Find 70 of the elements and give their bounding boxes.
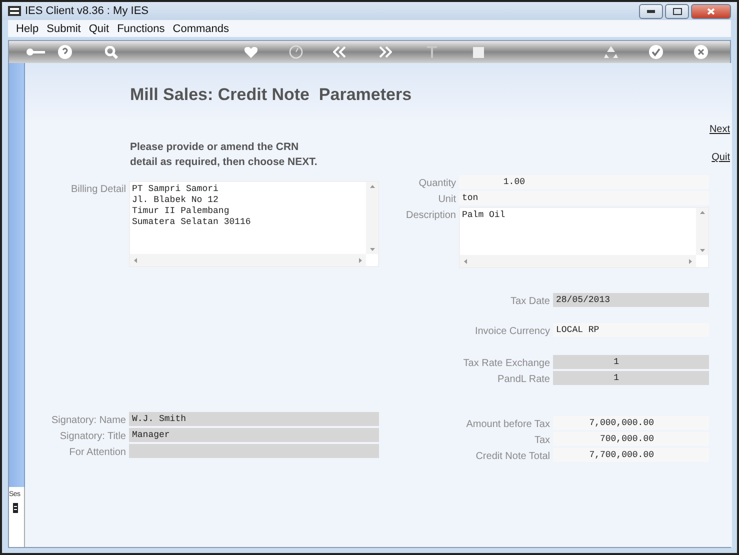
- minimize-button[interactable]: [639, 4, 663, 18]
- scroll-right-icon: [359, 258, 362, 262]
- heart-icon: [244, 46, 258, 58]
- field-label: Signatory: Name: [50, 414, 127, 428]
- field-label: Tax Rate Exchange: [462, 357, 551, 371]
- field-label: Credit Note Total: [474, 450, 551, 464]
- instruction-text: Please provide or amend the CRN detail as required, then choose NEXT.: [130, 140, 318, 170]
- clock-button[interactable]: [289, 45, 303, 59]
- double-left-icon: [333, 46, 346, 58]
- field-label: Billing Detail: [70, 183, 127, 197]
- input-field[interactable]: ton: [459, 191, 709, 205]
- text-area[interactable]: Palm Oil: [459, 207, 709, 268]
- field-label: Signatory: Title: [58, 430, 127, 444]
- check-button[interactable]: [649, 45, 663, 59]
- heart-button[interactable]: [244, 46, 258, 58]
- field-label: Invoice Currency: [474, 325, 551, 339]
- scroll-up-icon: [700, 211, 704, 214]
- document-icon: [12, 503, 19, 513]
- close-button[interactable]: [691, 4, 731, 18]
- input-field[interactable]: 1.00: [459, 175, 709, 189]
- scroll-down-icon: [700, 249, 704, 252]
- input-field[interactable]: 7,700,000.00: [553, 448, 709, 462]
- window-title: IES Client v8.36 : My IES: [25, 5, 148, 17]
- menu-item[interactable]: Quit: [84, 22, 114, 34]
- scroll-down-icon: [370, 248, 374, 251]
- menu-item[interactable]: Help: [12, 22, 43, 34]
- menu-item[interactable]: Submit: [42, 22, 85, 34]
- action-link[interactable]: Quit: [712, 152, 730, 163]
- page-title: Mill Sales: Credit Note Parameters: [130, 85, 412, 105]
- field-label: PandL Rate: [496, 373, 551, 387]
- text-icon: [427, 46, 437, 58]
- stop-button[interactable]: [473, 46, 484, 58]
- field-label: Quantity: [418, 177, 457, 191]
- text-button[interactable]: [427, 46, 437, 58]
- help-button[interactable]: [58, 45, 72, 59]
- close-icon: [707, 8, 715, 14]
- check-icon: [649, 45, 663, 59]
- maximize-button[interactable]: [665, 4, 689, 18]
- app-icon: [8, 6, 21, 16]
- search-button[interactable]: [105, 46, 118, 58]
- double-right-button[interactable]: [379, 46, 392, 58]
- action-link[interactable]: Next: [709, 124, 730, 135]
- double-left-button[interactable]: [333, 46, 346, 58]
- stop-icon: [473, 46, 484, 58]
- menu-item[interactable]: Functions: [113, 22, 169, 34]
- search-icon: [105, 46, 118, 58]
- field-label: For Attention: [68, 446, 127, 460]
- key-icon: [26, 47, 46, 57]
- input-field[interactable]: 7,000,000.00: [553, 416, 709, 430]
- scroll-left-icon: [134, 258, 137, 262]
- minimize-icon: [647, 10, 655, 12]
- field-label: Tax Date: [510, 295, 551, 309]
- double-right-icon: [379, 46, 392, 58]
- field-label: Unit: [437, 193, 457, 207]
- scroll-left-icon: [464, 258, 467, 264]
- maximize-icon: [672, 8, 682, 14]
- close-button[interactable]: [694, 45, 708, 59]
- field-label: Description: [404, 209, 457, 223]
- help-icon: [58, 45, 72, 59]
- menu-item[interactable]: Commands: [168, 22, 234, 34]
- input-field[interactable]: LOCAL RP: [553, 323, 709, 337]
- key-button[interactable]: [26, 47, 46, 57]
- close-icon: [694, 45, 708, 59]
- field-label: Tax: [533, 434, 551, 448]
- clock-icon: [289, 45, 303, 59]
- field-label: Amount before Tax: [465, 418, 551, 432]
- text-area[interactable]: PT Sampri Samori Jl. Blabek No 12 Timur II Palembang Sumatera Selatan 30116: [129, 181, 379, 267]
- scroll-right-icon: [689, 258, 692, 264]
- scroll-up-icon: [370, 185, 374, 188]
- input-field[interactable]: 700,000.00: [553, 432, 709, 446]
